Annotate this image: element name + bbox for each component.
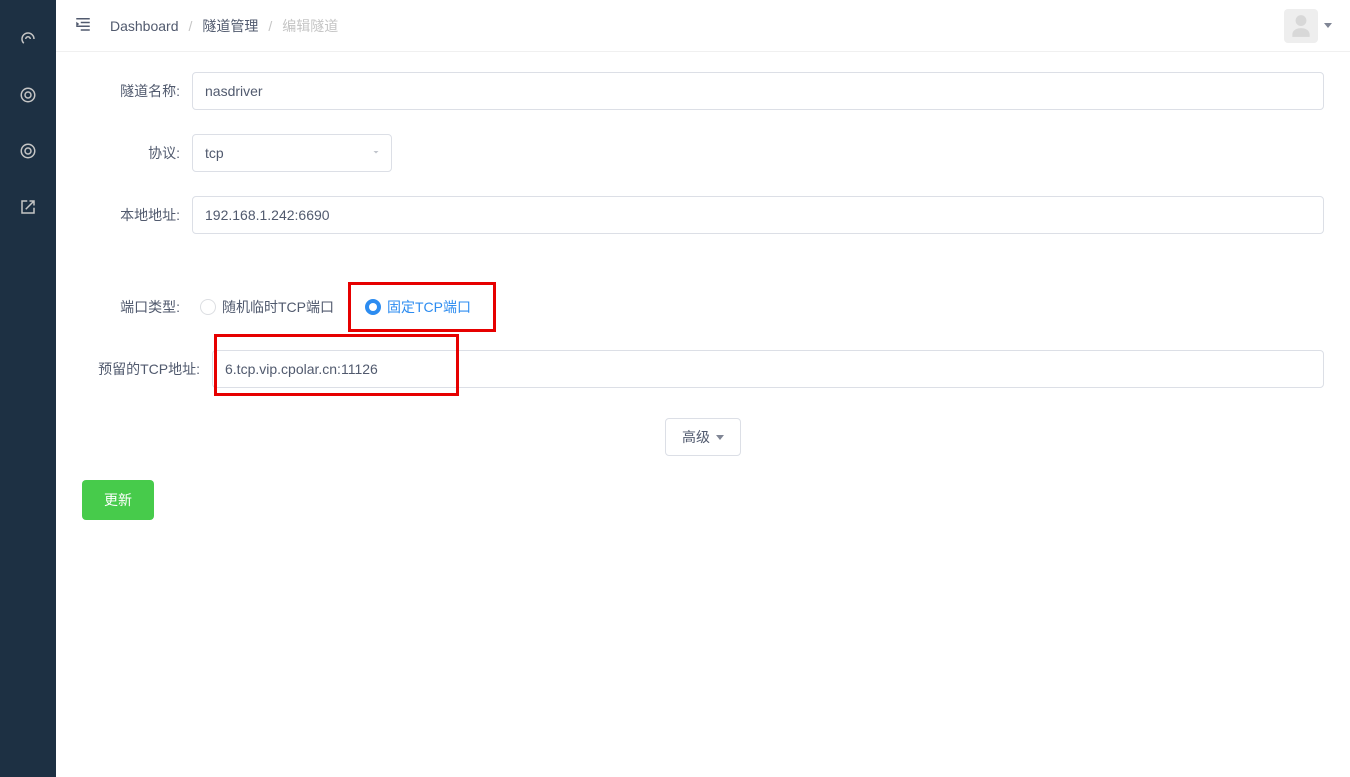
topbar: Dashboard / 隧道管理 / 编辑隧道 (56, 0, 1350, 52)
sidebar (0, 0, 56, 777)
user-menu[interactable] (1284, 9, 1332, 43)
external-link-icon (19, 198, 37, 219)
local-address-input[interactable] (192, 196, 1324, 234)
chevron-down-icon (1324, 23, 1332, 28)
menu-collapse-icon[interactable] (74, 15, 92, 36)
radio-fixed-label: 固定TCP端口 (387, 297, 471, 317)
target-icon (19, 142, 37, 163)
breadcrumb-separator: / (189, 18, 193, 34)
radio-random-port[interactable]: 随机临时TCP端口 (192, 293, 342, 321)
local-address-label: 本地地址: (82, 205, 192, 225)
radio-fixed-port[interactable]: 固定TCP端口 (357, 293, 479, 321)
protocol-select[interactable] (192, 134, 392, 172)
target-icon (19, 86, 37, 107)
port-type-radio-group: 随机临时TCP端口 固定TCP端口 (192, 282, 496, 332)
tunnel-name-input[interactable] (192, 72, 1324, 110)
breadcrumb-separator: / (268, 18, 272, 34)
tunnel-name-label: 隧道名称: (82, 81, 192, 101)
avatar (1284, 9, 1318, 43)
breadcrumb-current: 编辑隧道 (282, 16, 338, 36)
reserved-tcp-input[interactable] (212, 350, 1324, 388)
highlight-fixed-port: 固定TCP端口 (348, 282, 496, 332)
update-button[interactable]: 更新 (82, 480, 154, 520)
reserved-tcp-label: 预留的TCP地址: (82, 359, 212, 379)
sidebar-item-dashboard[interactable] (0, 12, 56, 68)
advanced-button[interactable]: 高级 (665, 418, 741, 456)
port-type-label: 端口类型: (82, 297, 192, 317)
breadcrumb-dashboard[interactable]: Dashboard (110, 18, 179, 34)
advanced-label: 高级 (682, 427, 710, 447)
content: 隧道名称: 协议: 本地地址: (56, 52, 1350, 777)
radio-random-label: 随机临时TCP端口 (222, 297, 334, 317)
breadcrumb-tunnel-manage[interactable]: 隧道管理 (202, 16, 258, 36)
protocol-label: 协议: (82, 143, 192, 163)
sidebar-item-target[interactable] (0, 68, 56, 124)
sidebar-item-target-2[interactable] (0, 124, 56, 180)
breadcrumb: Dashboard / 隧道管理 / 编辑隧道 (110, 16, 338, 36)
gauge-icon (19, 30, 37, 51)
triangle-down-icon (716, 435, 724, 440)
sidebar-item-external[interactable] (0, 180, 56, 236)
